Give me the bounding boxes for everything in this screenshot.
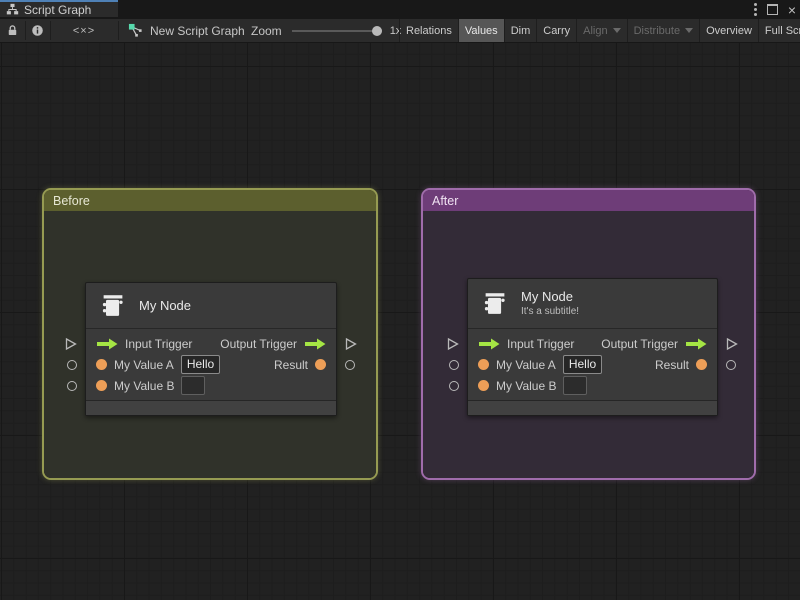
node-subtitle: It's a subtitle! bbox=[521, 306, 580, 317]
port-label: Output Trigger bbox=[220, 336, 297, 351]
chevron-down-icon bbox=[612, 28, 621, 33]
values-button[interactable]: Values bbox=[457, 19, 504, 42]
graph-hierarchy-icon bbox=[6, 3, 19, 16]
node-my-node-before[interactable]: My Node Input Trigger Output Trigger My … bbox=[65, 282, 357, 416]
zoom-slider[interactable] bbox=[291, 25, 382, 36]
group-title: Before bbox=[53, 193, 90, 208]
flow-input-port[interactable] bbox=[478, 338, 500, 350]
value-input-port[interactable] bbox=[96, 359, 107, 370]
external-flow-output-port[interactable] bbox=[345, 337, 357, 350]
group-after-header[interactable]: After bbox=[423, 190, 754, 211]
node-footer bbox=[86, 400, 336, 415]
code-button[interactable]: <×> bbox=[51, 19, 117, 42]
port-row: Input Trigger Output Trigger bbox=[447, 333, 738, 354]
window-close-icon[interactable]: × bbox=[788, 3, 796, 17]
port-row: My Value A Hello Result bbox=[67, 354, 355, 375]
zoom-control: Zoom 1x bbox=[251, 19, 401, 42]
value-a-input-field[interactable]: Hello bbox=[180, 355, 221, 374]
port-row: My Value B bbox=[67, 375, 336, 396]
graph-toolbar: <×> New Script Graph Zoom 1x Relations V… bbox=[0, 19, 800, 43]
port-label: My Value B bbox=[114, 378, 175, 393]
flow-output-port[interactable] bbox=[304, 338, 326, 350]
value-b-input-field[interactable] bbox=[181, 376, 206, 395]
value-output-port[interactable] bbox=[696, 359, 707, 370]
graph-name-label: New Script Graph bbox=[150, 23, 245, 38]
port-label: Output Trigger bbox=[601, 336, 678, 351]
tab-strip: Script Graph × bbox=[0, 0, 800, 19]
port-label: Result bbox=[654, 357, 689, 372]
value-output-port[interactable] bbox=[315, 359, 326, 370]
external-flow-input-port[interactable] bbox=[65, 337, 77, 350]
external-value-output-port[interactable] bbox=[345, 359, 355, 370]
unit-icon bbox=[98, 291, 128, 321]
window-menu-icon[interactable] bbox=[753, 3, 757, 16]
port-label: Input Trigger bbox=[507, 336, 575, 351]
node-my-node-after[interactable]: My Node It's a subtitle! Input Trigger O… bbox=[447, 278, 738, 416]
info-button[interactable] bbox=[26, 19, 49, 42]
graph-canvas[interactable]: Before After My Node Input Trigger Outpu… bbox=[0, 43, 800, 600]
view-buttons: Relations Values Dim Carry Align Distrib… bbox=[399, 19, 800, 42]
fullscreen-button[interactable]: Full Screen bbox=[757, 19, 800, 42]
external-flow-input-port[interactable] bbox=[447, 337, 459, 350]
info-icon bbox=[31, 24, 44, 37]
node-title: My Node bbox=[139, 298, 192, 313]
value-a-input-field[interactable]: Hello bbox=[562, 355, 603, 374]
node-title: My Node bbox=[521, 289, 574, 304]
value-input-port[interactable] bbox=[478, 380, 489, 391]
port-label: My Value A bbox=[114, 357, 174, 372]
port-label: Result bbox=[273, 357, 308, 372]
external-value-output-port[interactable] bbox=[726, 359, 736, 370]
align-dropdown[interactable]: Align bbox=[576, 19, 626, 42]
value-input-port[interactable] bbox=[478, 359, 489, 370]
value-input-port[interactable] bbox=[96, 380, 107, 391]
zoom-label: Zoom bbox=[251, 23, 282, 38]
distribute-dropdown[interactable]: Distribute bbox=[626, 19, 699, 42]
carry-button[interactable]: Carry bbox=[536, 19, 576, 42]
external-value-input-port[interactable] bbox=[67, 380, 77, 391]
value-b-input-field[interactable] bbox=[563, 376, 588, 395]
lock-button[interactable] bbox=[0, 19, 25, 42]
port-label: Input Trigger bbox=[125, 336, 193, 351]
lock-icon bbox=[6, 24, 19, 37]
group-title: After bbox=[432, 193, 459, 208]
port-label: My Value A bbox=[496, 357, 556, 372]
flow-input-port[interactable] bbox=[96, 338, 118, 350]
zoom-slider-knob[interactable] bbox=[371, 25, 382, 36]
external-value-input-port[interactable] bbox=[67, 359, 77, 370]
new-graph-icon bbox=[128, 23, 143, 38]
port-row: My Value B bbox=[449, 375, 717, 396]
overview-button[interactable]: Overview bbox=[699, 19, 758, 42]
unit-icon bbox=[480, 289, 510, 319]
port-row: Input Trigger Output Trigger bbox=[65, 333, 357, 354]
node-header[interactable]: My Node It's a subtitle! bbox=[468, 279, 717, 329]
external-flow-output-port[interactable] bbox=[726, 337, 738, 350]
port-row: My Value A Hello Result bbox=[449, 354, 736, 375]
node-footer bbox=[468, 400, 717, 415]
external-value-input-port[interactable] bbox=[449, 359, 459, 370]
group-before-header[interactable]: Before bbox=[44, 190, 376, 211]
tab-title: Script Graph bbox=[24, 2, 92, 17]
dim-button[interactable]: Dim bbox=[503, 19, 537, 42]
node-header[interactable]: My Node bbox=[86, 283, 336, 329]
chevron-down-icon bbox=[685, 28, 694, 33]
tab-script-graph[interactable]: Script Graph bbox=[0, 0, 118, 17]
port-label: My Value B bbox=[496, 378, 557, 393]
window-maximize-icon[interactable] bbox=[766, 4, 778, 15]
graph-title-button[interactable]: New Script Graph bbox=[128, 19, 245, 42]
code-icon: <×> bbox=[72, 24, 96, 37]
external-value-input-port[interactable] bbox=[449, 380, 459, 391]
flow-output-port[interactable] bbox=[685, 338, 707, 350]
relations-button[interactable]: Relations bbox=[399, 19, 458, 42]
